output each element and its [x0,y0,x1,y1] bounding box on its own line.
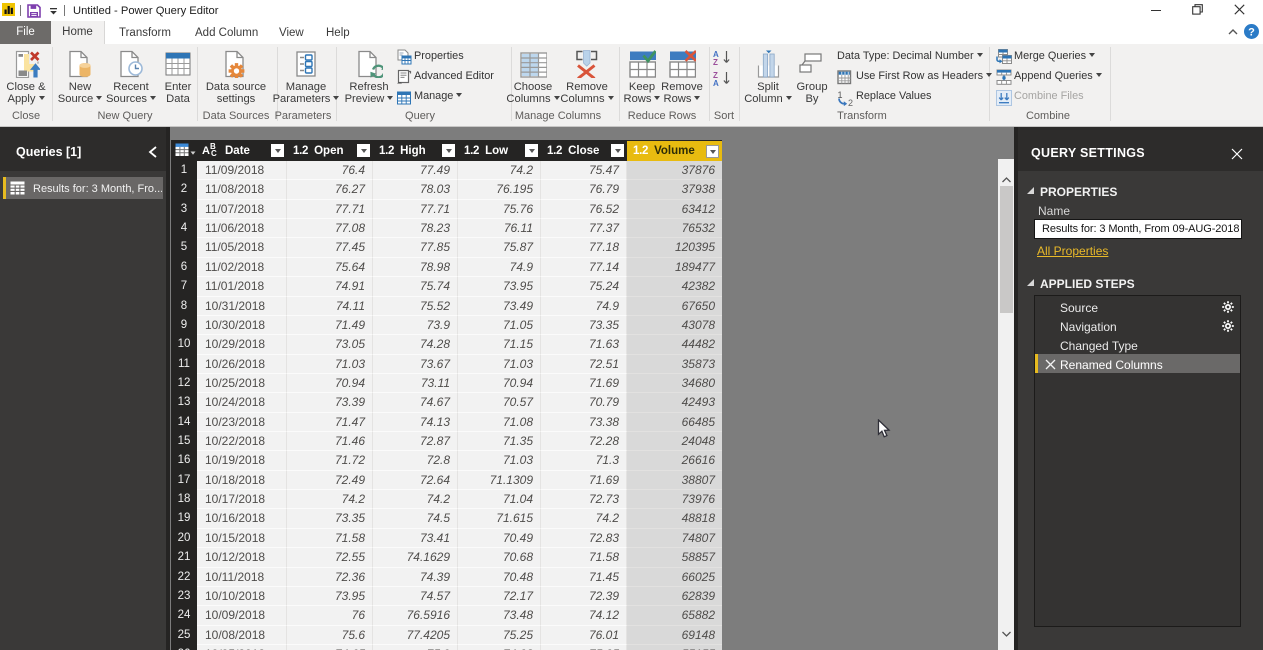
svg-text:?: ? [1248,27,1255,39]
svg-text:A: A [713,79,719,86]
svg-text:2: 2 [848,98,853,106]
svg-text:Z: Z [713,58,718,65]
